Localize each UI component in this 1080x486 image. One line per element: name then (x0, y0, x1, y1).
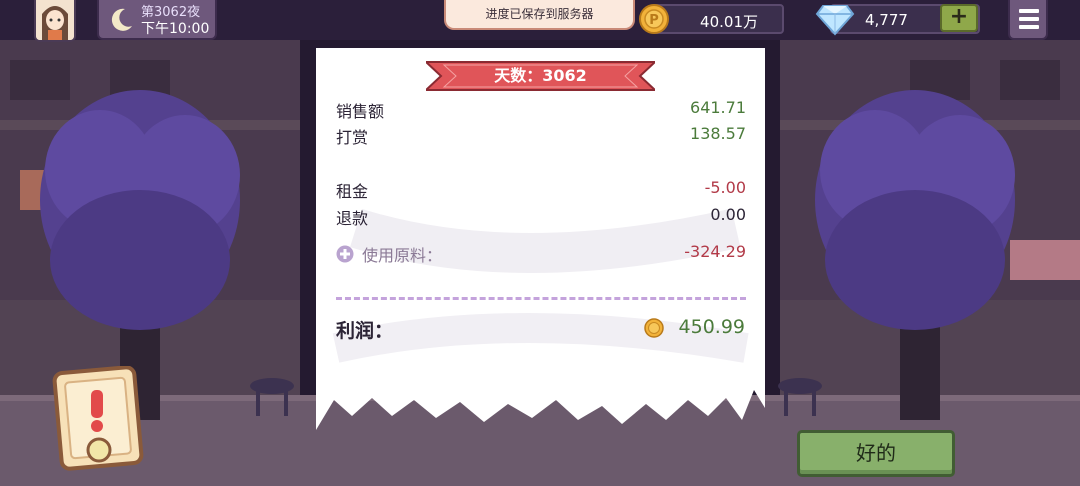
game-clock: 下午10:00 (141, 21, 210, 37)
refund-value: 0.00 (710, 205, 746, 224)
rent-value: -5.00 (704, 178, 746, 197)
tips-value: 138.57 (690, 124, 746, 143)
coin-amount: 40.01万 (700, 13, 758, 31)
moon-icon (111, 8, 132, 31)
profit-value: 450.99 (678, 316, 745, 338)
diamond-icon (815, 5, 855, 36)
coin-icon (644, 318, 664, 338)
night-time-panel: 第3062夜 下午10:00 (97, 0, 217, 40)
daily-receipt: 天数：3062 销售额 641.71 打赏 138.57 租金 -5.00 退款… (316, 48, 765, 448)
menu-button[interactable] (1008, 0, 1048, 40)
player-avatar[interactable] (34, 0, 76, 42)
alert-icon (91, 390, 103, 432)
day-banner-text: 天数：3062 (494, 66, 587, 85)
profit-label: 利润： (336, 320, 394, 342)
plus-circle-icon[interactable] (336, 245, 354, 263)
save-status-toast: 进度已保存到服务器 (444, 0, 635, 30)
coin-balance: 40.01万 (650, 4, 784, 34)
materials-label: 使用原料： (362, 246, 443, 265)
rent-row: 租金 -5.00 (336, 178, 746, 202)
ok-button[interactable]: 好的 (797, 430, 955, 477)
alert-card-button[interactable] (52, 366, 144, 472)
coin-icon: P (639, 4, 669, 34)
divider (336, 297, 746, 300)
svg-text:P: P (649, 13, 659, 28)
refund-row: 退款 0.00 (336, 205, 746, 229)
tips-row: 打赏 138.57 (336, 124, 746, 148)
tips-label: 打赏 (336, 128, 369, 147)
rent-label: 租金 (336, 182, 369, 201)
gem-amount: 4,777 (865, 11, 908, 29)
refund-label: 退款 (336, 209, 369, 228)
materials-value: -324.29 (684, 242, 746, 261)
sales-row: 销售额 641.71 (336, 98, 746, 122)
sales-label: 销售额 (336, 102, 385, 121)
materials-row[interactable]: 使用原料： -324.29 (336, 242, 746, 266)
buy-gems-button[interactable]: + (940, 4, 978, 32)
menu-icon (1019, 9, 1039, 13)
sales-value: 641.71 (690, 98, 746, 117)
